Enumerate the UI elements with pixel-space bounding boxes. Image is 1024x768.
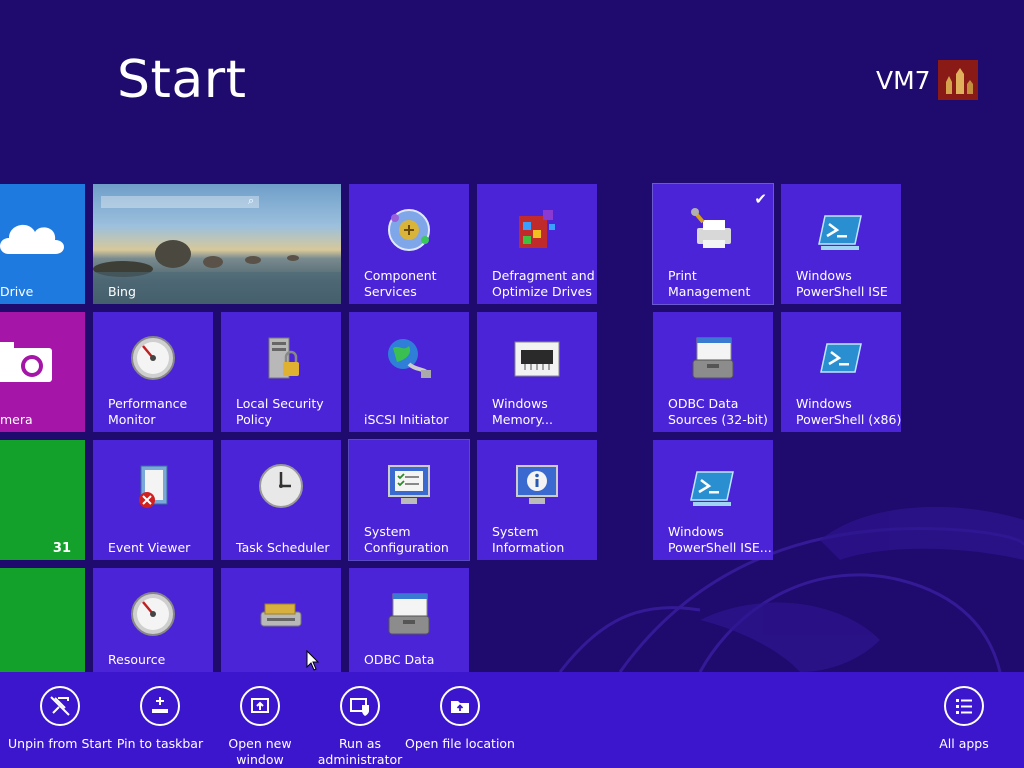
tile-print-management[interactable]: ✔ Print Management (652, 183, 774, 305)
tile-resource-monitor[interactable]: Resource (93, 568, 213, 672)
unpin-from-start-button[interactable]: Unpin from Start (5, 686, 115, 752)
bing-search-box[interactable] (101, 196, 259, 208)
security-policy-icon (268, 337, 299, 379)
gauge-icon (131, 336, 175, 380)
user-name[interactable]: VM7 (876, 66, 931, 95)
tile-label: Performance Monitor (108, 396, 188, 427)
pin-taskbar-icon (140, 686, 180, 726)
tile-bing[interactable]: ⌕ Bing (93, 184, 341, 304)
calendar-day: 31 (52, 541, 71, 556)
tile-label: Resource (108, 652, 166, 667)
scanner-icon (260, 603, 302, 627)
printer-icon (691, 208, 731, 248)
powershell-icon (820, 343, 862, 373)
system-configuration-icon (388, 465, 430, 504)
odbc-icon (388, 593, 430, 635)
tile-label: System Information (492, 524, 565, 555)
tile-label: Windows PowerShell ISE (796, 268, 888, 299)
tile-label: Component Services (364, 268, 437, 299)
tile-label: ODBC Data (364, 652, 435, 667)
tile-defragment[interactable]: Defragment and Optimize Drives (477, 184, 597, 304)
page-title: Start (117, 50, 247, 110)
cloud-icon (0, 224, 64, 254)
tile-label: System Configuration (364, 524, 449, 555)
powershell-ise-icon (690, 471, 734, 506)
tile-windows-memory[interactable]: Windows Memory... (477, 312, 597, 432)
tile-powershell-ise[interactable]: Windows PowerShell ISE (781, 184, 901, 304)
tile-odbc-32[interactable]: ODBC Data Sources (32-bit) (653, 312, 773, 432)
tile-powershell-x86[interactable]: Windows PowerShell (x86) (781, 312, 901, 432)
pin-taskbar-label: Pin to taskbar (116, 736, 204, 751)
app-bar: Unpin from Start Pin to taskbar Open new… (0, 672, 1024, 768)
tile-label: Defragment and Optimize Drives (492, 268, 595, 299)
tile-print-tool[interactable] (221, 568, 341, 672)
defragment-icon (519, 210, 555, 248)
tile-calendar[interactable]: 31 (0, 440, 85, 560)
run-as-administrator-button[interactable]: Run as administrator (305, 686, 415, 768)
tile-system-information[interactable]: System Information (477, 440, 597, 560)
tile-odbc-data[interactable]: ODBC Data (349, 568, 469, 672)
pin-to-taskbar-button[interactable]: Pin to taskbar (105, 686, 215, 752)
search-icon: ⌕ (248, 194, 255, 207)
tile-component-services[interactable]: Component Services (349, 184, 469, 304)
tile-label: Windows PowerShell ISE... (668, 524, 772, 555)
iscsi-globe-icon (388, 339, 431, 378)
run-admin-icon (340, 686, 380, 726)
all-apps-label: All apps (939, 736, 989, 751)
all-apps-button[interactable]: All apps (909, 686, 1019, 752)
unpin-icon (40, 686, 80, 726)
user-avatar[interactable] (938, 60, 978, 100)
unpin-label: Unpin from Start (8, 736, 112, 751)
tile-label: Local Security Policy (236, 396, 324, 427)
camera-icon (0, 342, 52, 382)
powershell-ise-icon (818, 215, 862, 250)
tile-local-security-policy[interactable]: Local Security Policy (221, 312, 341, 432)
tile-label: Bing (108, 284, 136, 299)
new-window-icon (240, 686, 280, 726)
memory-chip-icon (514, 341, 560, 377)
list-icon (944, 686, 984, 726)
tile-powershell-ise-x86[interactable]: Windows PowerShell ISE... (653, 440, 773, 560)
component-services-icon (388, 209, 430, 251)
open-new-window-label: Open new window (228, 736, 292, 767)
tile-task-scheduler[interactable]: Task Scheduler (221, 440, 341, 560)
mouse-cursor-icon (306, 650, 320, 671)
tile-label: Print Management (668, 268, 751, 299)
tile-label: iSCSI Initiator (364, 412, 449, 427)
tile-system-configuration[interactable]: System Configuration (348, 439, 470, 561)
tile-event-viewer[interactable]: Event Viewer (93, 440, 213, 560)
clock-icon (259, 464, 303, 508)
folder-icon (440, 686, 480, 726)
event-viewer-icon (139, 465, 168, 508)
tile-iscsi-initiator[interactable]: iSCSI Initiator (349, 312, 469, 432)
open-file-location-label: Open file location (405, 736, 515, 751)
run-admin-label: Run as administrator (317, 736, 403, 767)
tile-label: Event Viewer (108, 540, 191, 555)
tile-label: Windows PowerShell (x86) (796, 396, 902, 427)
tile-skydrive[interactable]: Drive (0, 184, 85, 304)
tile-performance-monitor[interactable]: Performance Monitor (93, 312, 213, 432)
tile-label: Windows Memory... (492, 396, 553, 427)
tile-camera[interactable]: mera (0, 312, 85, 432)
open-new-window-button[interactable]: Open new window (205, 686, 315, 768)
tile-label: Task Scheduler (236, 540, 330, 555)
open-file-location-button[interactable]: Open file location (405, 686, 515, 752)
odbc-icon (692, 337, 734, 379)
system-information-icon (516, 465, 558, 504)
tile-label: ODBC Data Sources (32-bit) (668, 396, 768, 427)
gauge-icon (131, 592, 175, 636)
tile-green[interactable] (0, 568, 85, 672)
checkmark-icon: ✔ (754, 190, 767, 208)
